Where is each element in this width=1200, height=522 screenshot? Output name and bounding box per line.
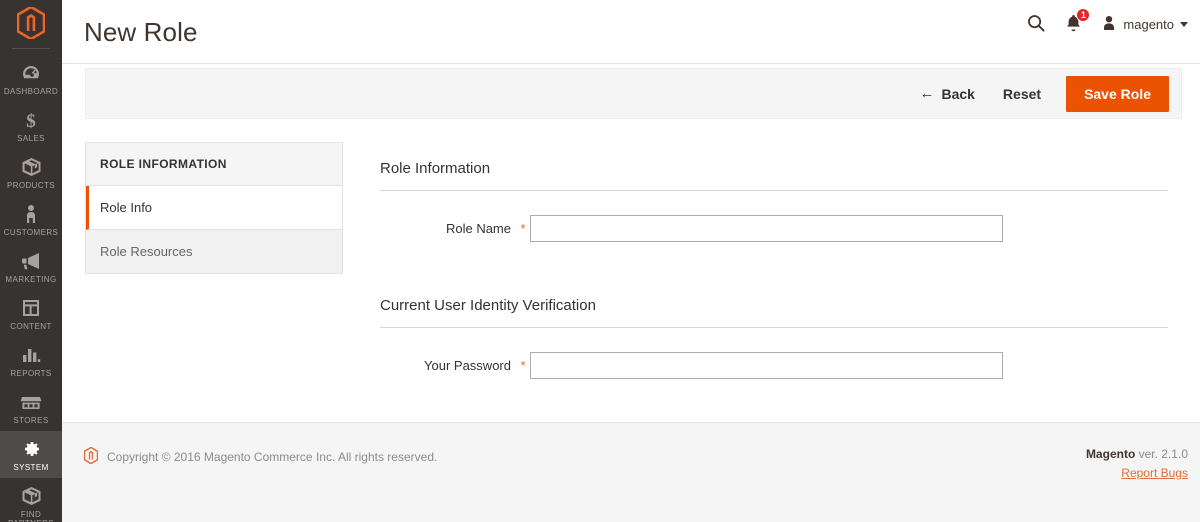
sidebar-item-label: FIND PARTNERS [8, 510, 54, 522]
sidebar-item-products[interactable]: PRODUCTS [0, 149, 62, 196]
sidebar-item-customers[interactable]: CUSTOMERS [0, 196, 62, 243]
version-line: Magento ver. 2.1.0 [1086, 445, 1188, 464]
tab-role-resources[interactable]: Role Resources [86, 230, 342, 273]
your-password-label: Your Password [424, 358, 511, 373]
sidebar-item-sales[interactable]: $ SALES [0, 102, 62, 149]
magento-logo[interactable] [0, 0, 62, 46]
system-gear-icon [21, 438, 41, 460]
sidebar-item-label: CONTENT [10, 322, 52, 331]
sidebar-item-label: MARKETING [5, 275, 57, 284]
content-layout-icon [21, 297, 41, 319]
reports-bars-icon [21, 344, 41, 366]
sidebar-item-stores[interactable]: STORES [0, 384, 62, 431]
footer-copyright: Copyright © 2016 Magento Commerce Inc. A… [83, 446, 438, 467]
tab-label: Role Info [100, 200, 153, 215]
sidebar-divider [12, 48, 50, 49]
fieldset-title-role-information: Role Information [380, 160, 1168, 191]
sidebar-item-label: PRODUCTS [6, 181, 56, 190]
search-button[interactable] [1026, 13, 1046, 36]
chevron-down-icon [1180, 22, 1188, 27]
required-asterisk: * [520, 221, 526, 236]
sidebar-item-label: STORES [13, 416, 49, 425]
partners-box-icon [21, 485, 42, 507]
page-title: New Role [84, 17, 198, 47]
fieldset-title-identity-verification: Current User Identity Verification [380, 297, 1168, 328]
sidebar-item-system[interactable]: SYSTEM [0, 431, 62, 478]
footer-version-block: Magento ver. 2.1.0 Report Bugs [1086, 445, 1188, 483]
svg-text:$: $ [26, 111, 36, 131]
sidebar-item-reports[interactable]: REPORTS [0, 337, 62, 384]
search-icon [1026, 13, 1046, 36]
header-actions: 1 magento [1026, 8, 1188, 36]
tabs-heading: ROLE INFORMATION [86, 143, 342, 186]
save-role-button[interactable]: Save Role [1066, 75, 1169, 112]
sidebar-item-dashboard[interactable]: DASHBOARD [0, 55, 62, 102]
sidebar-item-label: DASHBOARD [3, 87, 59, 96]
notifications-button[interactable]: 1 [1064, 8, 1091, 36]
tab-label: Role Resources [100, 244, 193, 259]
admin-page: DASHBOARD $ SALES PRODUCTS CUSTOMERS MAR… [0, 0, 1200, 522]
user-avatar-icon [1101, 15, 1117, 35]
sidebar-item-marketing[interactable]: MARKETING [0, 243, 62, 290]
page-footer: Copyright © 2016 Magento Commerce Inc. A… [62, 422, 1200, 522]
report-bugs-link[interactable]: Report Bugs [1086, 464, 1188, 483]
role-name-label: Role Name [445, 221, 511, 236]
sidebar-item-content[interactable]: CONTENT [0, 290, 62, 337]
back-button-label: Back [941, 85, 975, 102]
user-name: magento [1123, 17, 1174, 32]
back-button[interactable]: ← Back [905, 78, 988, 110]
notifications-badge: 1 [1076, 8, 1091, 22]
sidebar-item-label: REPORTS [10, 369, 52, 378]
field-row-your-password: Your Password * [380, 352, 1170, 379]
main-sidebar: DASHBOARD $ SALES PRODUCTS CUSTOMERS MAR… [0, 0, 62, 522]
sidebar-item-label: SYSTEM [13, 463, 49, 472]
magento-logo-icon [17, 7, 45, 39]
copyright-text: Copyright © 2016 Magento Commerce Inc. A… [107, 450, 438, 464]
brand-name: Magento [1085, 447, 1136, 461]
arrow-left-icon: ← [919, 85, 935, 102]
reset-button-label: Reset [1002, 85, 1042, 102]
stores-shop-icon [20, 391, 42, 413]
magento-logo-icon [83, 446, 99, 467]
page-actions-toolbar: ← Back Reset Save Role [85, 68, 1182, 119]
version-text: ver. 2.1.0 [1138, 447, 1188, 461]
your-password-input[interactable] [530, 352, 1003, 379]
sidebar-item-label: SALES [17, 134, 45, 143]
role-name-input[interactable] [530, 215, 1003, 242]
reset-button[interactable]: Reset [989, 78, 1055, 110]
sidebar-item-find-partners-extensions[interactable]: FIND PARTNERS & EXTENSIONS [0, 478, 62, 522]
dashboard-icon [21, 62, 41, 84]
products-box-icon [21, 156, 42, 178]
field-row-role-name: Role Name * [380, 215, 1170, 242]
required-asterisk: * [520, 358, 526, 373]
fieldset-identity-verification: Current User Identity Verification Your … [380, 297, 1170, 379]
user-menu[interactable]: magento [1101, 15, 1188, 35]
sidebar-item-label: CUSTOMERS [3, 228, 59, 237]
customers-person-icon [24, 203, 38, 225]
sales-dollar-icon: $ [21, 109, 41, 131]
tab-role-info[interactable]: Role Info [86, 186, 342, 230]
marketing-megaphone-icon [20, 250, 42, 272]
page-header: New Role 1 magento [62, 0, 1200, 64]
role-form: Role Information Role Name * Current Use… [380, 160, 1170, 379]
role-information-tabs: ROLE INFORMATION Role Info Role Resource… [85, 142, 343, 274]
